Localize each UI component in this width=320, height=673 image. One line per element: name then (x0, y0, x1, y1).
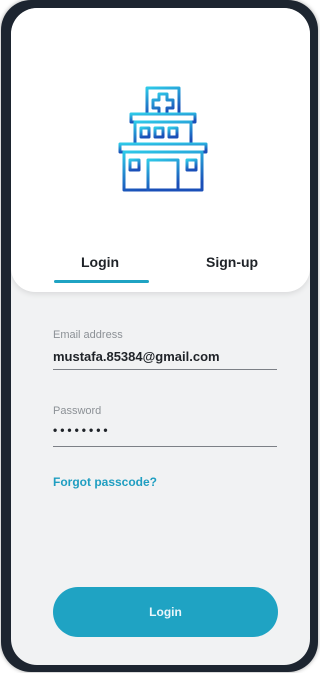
password-field[interactable]: •••••••• (53, 423, 111, 437)
hospital-building-icon (110, 86, 216, 196)
email-field[interactable]: mustafa.85384@gmail.com (53, 349, 220, 364)
active-tab-indicator (54, 280, 149, 283)
tab-login[interactable]: Login (81, 254, 119, 270)
email-label: Email address (53, 329, 123, 341)
tab-signup[interactable]: Sign-up (206, 254, 258, 270)
app-screen: Login Sign-up Email address mustafa.8538… (11, 8, 310, 665)
auth-header-card: Login Sign-up (11, 8, 310, 292)
phone-frame: Login Sign-up Email address mustafa.8538… (1, 0, 318, 672)
password-field-underline (53, 446, 277, 447)
login-button[interactable]: Login (53, 587, 278, 637)
forgot-passcode-link[interactable]: Forgot passcode? (53, 475, 157, 489)
password-label: Password (53, 405, 102, 417)
email-field-underline (53, 369, 277, 370)
